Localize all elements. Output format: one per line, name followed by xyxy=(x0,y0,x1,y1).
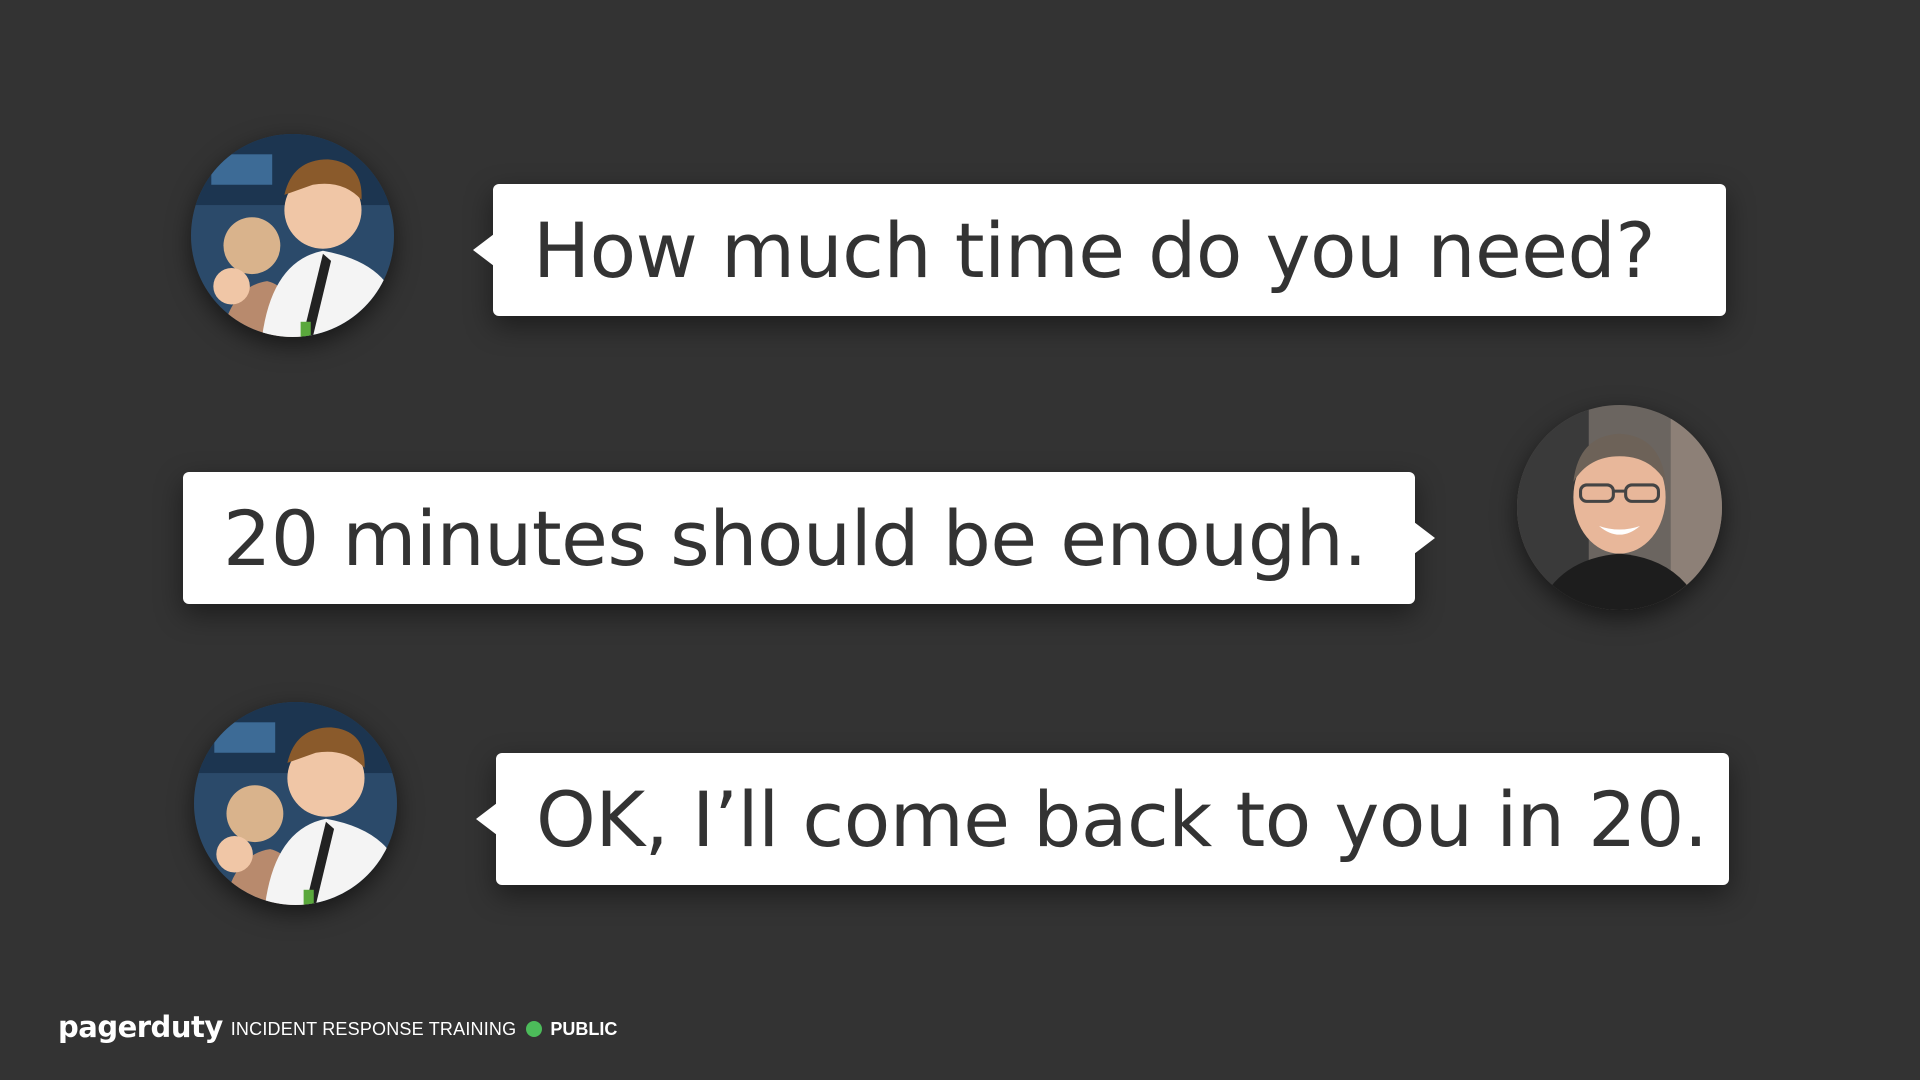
message-text-2: 20 minutes should be enough. xyxy=(223,493,1367,583)
avatar-person-1 xyxy=(191,134,394,337)
slide: How much time do you need? 20 minutes sh… xyxy=(0,0,1920,1080)
message-bubble-1: How much time do you need? xyxy=(473,184,1726,316)
message-text-1: How much time do you need? xyxy=(533,205,1656,295)
footer-label: INCIDENT RESPONSE TRAINING xyxy=(230,1018,517,1039)
pagerduty-logo: pagerduty xyxy=(58,1010,223,1044)
avatar-person-2 xyxy=(1517,405,1722,610)
message-bubble-3: OK, I’ll come back to you in 20. xyxy=(476,753,1729,885)
avatar-person-1-repeat xyxy=(194,702,397,905)
message-text-3: OK, I’ll come back to you in 20. xyxy=(536,774,1708,864)
footer: pagerduty INCIDENT RESPONSE TRAINING PUB… xyxy=(58,1010,618,1046)
person-photo-icon xyxy=(1517,405,1722,610)
message-bubble-2: 20 minutes should be enough. xyxy=(183,472,1435,604)
person-photo-icon xyxy=(191,134,394,337)
person-photo-icon xyxy=(194,702,397,905)
classification-badge: PUBLIC xyxy=(550,1018,618,1039)
status-dot-icon xyxy=(526,1021,543,1037)
